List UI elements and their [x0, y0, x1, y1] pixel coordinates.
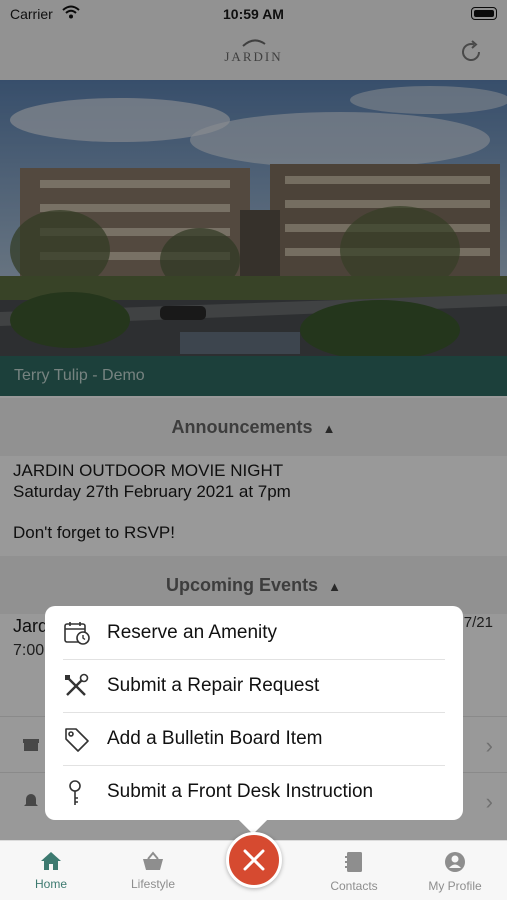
tools-icon	[65, 673, 89, 696]
calendar-clock-icon	[64, 622, 90, 645]
menu-item-repair-request[interactable]: Submit a Repair Request	[45, 660, 463, 713]
tab-label: My Profile	[428, 879, 482, 893]
tab-label: Home	[34, 877, 67, 891]
profile-icon	[445, 852, 465, 872]
key-icon	[69, 780, 81, 805]
quick-actions-menu: Reserve an Amenity Submit a Repair Reque…	[45, 606, 463, 820]
tab-label: Lifestyle	[130, 877, 176, 891]
menu-item-reserve-amenity[interactable]: Reserve an Amenity	[45, 607, 463, 660]
contacts-book-icon	[345, 852, 362, 872]
tag-icon	[65, 728, 89, 752]
menu-item-label: Submit a Front Desk Instruction	[107, 781, 374, 802]
menu-item-label: Reserve an Amenity	[107, 622, 278, 643]
tab-home[interactable]: Home	[6, 851, 96, 891]
tab-label: Contacts	[330, 879, 378, 893]
menu-item-label: Submit a Repair Request	[107, 675, 320, 696]
tab-contacts[interactable]: Contacts	[309, 851, 399, 893]
menu-item-front-desk-instruction[interactable]: Submit a Front Desk Instruction	[45, 766, 463, 819]
close-icon	[243, 849, 265, 871]
basket-icon	[143, 851, 163, 870]
home-icon	[41, 852, 61, 870]
menu-item-bulletin-board[interactable]: Add a Bulletin Board Item	[45, 713, 463, 766]
menu-item-label: Add a Bulletin Board Item	[107, 728, 323, 749]
tab-my-profile[interactable]: My Profile	[410, 851, 500, 893]
close-actions-button[interactable]	[226, 832, 282, 888]
tab-lifestyle[interactable]: Lifestyle	[108, 851, 198, 891]
